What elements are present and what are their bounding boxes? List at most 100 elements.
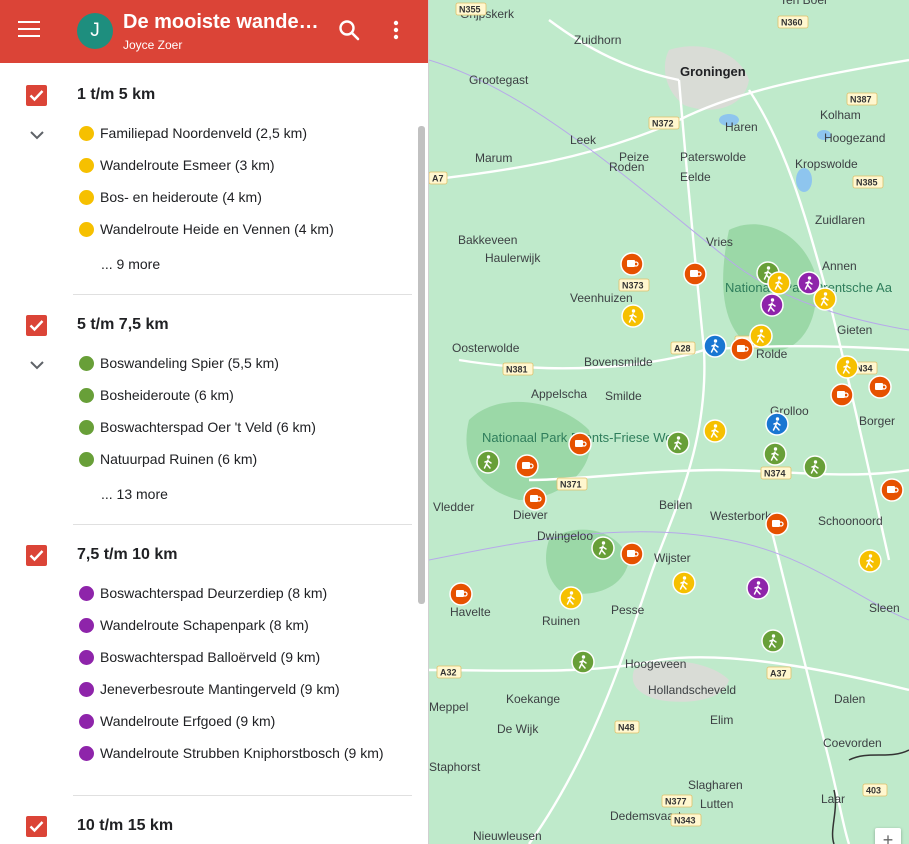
svg-text:N373: N373 <box>622 281 644 291</box>
hiker-marker-icon[interactable] <box>666 431 690 455</box>
list-item[interactable]: Boswachterspad Balloërveld (9 km) <box>79 649 320 671</box>
cafe-marker-icon[interactable] <box>880 478 904 502</box>
info-marker-icon[interactable] <box>765 412 789 436</box>
place-label: Meppel <box>429 700 468 714</box>
road-number-label: N371 <box>556 477 588 491</box>
hiker-icon <box>79 419 94 435</box>
hiker-marker-icon[interactable] <box>672 571 696 595</box>
layer-title: 1 t/m 5 km <box>77 86 156 103</box>
scrollbar[interactable] <box>418 126 425 604</box>
avatar[interactable]: J <box>77 13 113 49</box>
divider <box>73 294 412 295</box>
cafe-marker-icon[interactable] <box>730 337 754 361</box>
header-bar: J De mooiste wandelroutes in Drenthe Joy… <box>0 0 428 63</box>
hiker-marker-icon[interactable] <box>835 355 859 379</box>
layer-checkbox[interactable] <box>26 545 47 566</box>
hiker-marker-icon[interactable] <box>803 455 827 479</box>
search-icon[interactable] <box>337 18 361 42</box>
place-label: Sleen <box>869 601 900 615</box>
hiker-icon <box>79 451 94 467</box>
info-marker-icon[interactable] <box>703 334 727 358</box>
hiker-marker-icon[interactable] <box>813 287 837 311</box>
hiker-marker-icon[interactable] <box>571 650 595 674</box>
divider <box>73 795 412 796</box>
list-item[interactable]: Jeneverbesroute Mantingerveld (9 km) <box>79 681 340 703</box>
list-item[interactable]: Boswachterspad Oer 't Veld (6 km) <box>79 419 316 441</box>
hiker-marker-icon[interactable] <box>858 549 882 573</box>
map-canvas[interactable]: Grijpskerk Ten Boer Zuidhorn Grootegast Gron… <box>429 0 909 844</box>
place-label: Smilde <box>605 389 642 403</box>
chevron-down-icon[interactable] <box>29 130 45 140</box>
hiker-marker-icon[interactable] <box>763 442 787 466</box>
list-item[interactable]: Wandelroute Strubben Kniphorstbosch (9 k… <box>79 745 384 767</box>
place-label: Annen <box>822 259 857 273</box>
cafe-marker-icon[interactable] <box>830 383 854 407</box>
place-label: Dalen <box>834 692 865 706</box>
layer-checkbox[interactable] <box>26 816 47 837</box>
place-label: Kolham <box>820 108 861 122</box>
hiker-marker-icon[interactable] <box>476 450 500 474</box>
hiker-marker-icon[interactable] <box>591 536 615 560</box>
list-item[interactable]: Wandelroute Erfgoed (9 km) <box>79 713 275 735</box>
svg-text:A28: A28 <box>674 344 691 354</box>
place-label: Gieten <box>837 323 872 337</box>
cafe-marker-icon[interactable] <box>523 487 547 511</box>
hiker-marker-icon[interactable] <box>621 304 645 328</box>
list-item[interactable]: Boswachterspad Deurzerdiep (8 km) <box>79 585 327 607</box>
svg-text:N371: N371 <box>560 480 582 490</box>
hiker-marker-icon[interactable] <box>760 293 784 317</box>
road-number-label: N48 <box>614 720 640 734</box>
cafe-marker-icon[interactable] <box>683 262 707 286</box>
place-label: Hoogezand <box>824 131 885 145</box>
place-label: Staphorst <box>429 760 481 774</box>
hiker-marker-icon[interactable] <box>746 576 770 600</box>
place-label: Vries <box>706 235 733 249</box>
road-number-label: N355 <box>455 2 487 16</box>
list-item[interactable]: Wandelroute Schapenpark (8 km) <box>79 617 309 639</box>
hiker-marker-icon[interactable] <box>703 419 727 443</box>
cafe-marker-icon[interactable] <box>515 454 539 478</box>
svg-text:N381: N381 <box>506 365 528 375</box>
list-item[interactable]: Bosheideroute (6 km) <box>79 387 234 409</box>
road-number-label: A32 <box>436 665 462 679</box>
list-item[interactable]: Boswandeling Spier (5,5 km) <box>79 355 279 377</box>
more-link[interactable]: ... 13 more <box>101 486 168 502</box>
place-label: Westerbork <box>710 509 772 523</box>
place-label: Beilen <box>659 498 692 512</box>
layer-checkbox[interactable] <box>26 315 47 336</box>
place-label: Coevorden <box>823 736 882 750</box>
svg-text:N48: N48 <box>618 723 635 733</box>
cafe-marker-icon[interactable] <box>620 542 644 566</box>
list-item[interactable]: Bos- en heideroute (4 km) <box>79 189 262 211</box>
road-number-label: 403 <box>862 783 888 797</box>
zoom-in-button[interactable]: + <box>875 828 901 844</box>
more-vert-icon[interactable] <box>386 18 406 42</box>
more-link[interactable]: ... 9 more <box>101 256 160 272</box>
cafe-marker-icon[interactable] <box>620 252 644 276</box>
place-label: Grootegast <box>469 73 529 87</box>
hiker-marker-icon[interactable] <box>761 629 785 653</box>
road-number-label: N385 <box>852 175 884 189</box>
place-label: Elim <box>710 713 733 727</box>
hiker-marker-icon[interactable] <box>767 271 791 295</box>
cafe-marker-icon[interactable] <box>449 582 473 606</box>
layer-checkbox[interactable] <box>26 85 47 106</box>
hiker-marker-icon[interactable] <box>749 324 773 348</box>
hiker-marker-icon[interactable] <box>559 586 583 610</box>
divider <box>73 524 412 525</box>
chevron-down-icon[interactable] <box>29 360 45 370</box>
svg-text:N355: N355 <box>459 5 481 15</box>
list-item[interactable]: Wandelroute Esmeer (3 km) <box>79 157 275 179</box>
place-label: Hollandscheveld <box>648 683 736 697</box>
cafe-marker-icon[interactable] <box>868 375 892 399</box>
list-item[interactable]: Natuurpad Ruinen (6 km) <box>79 451 257 473</box>
hiker-icon <box>79 681 94 697</box>
list-item[interactable]: Familiepad Noordenveld (2,5 km) <box>79 125 307 147</box>
place-label: Haren <box>725 120 758 134</box>
cafe-marker-icon[interactable] <box>568 432 592 456</box>
list-item[interactable]: Wandelroute Heide en Vennen (4 km) <box>79 221 334 243</box>
hiker-icon <box>79 157 94 173</box>
svg-text:A32: A32 <box>440 668 457 678</box>
cafe-marker-icon[interactable] <box>765 512 789 536</box>
menu-icon[interactable] <box>18 21 40 39</box>
